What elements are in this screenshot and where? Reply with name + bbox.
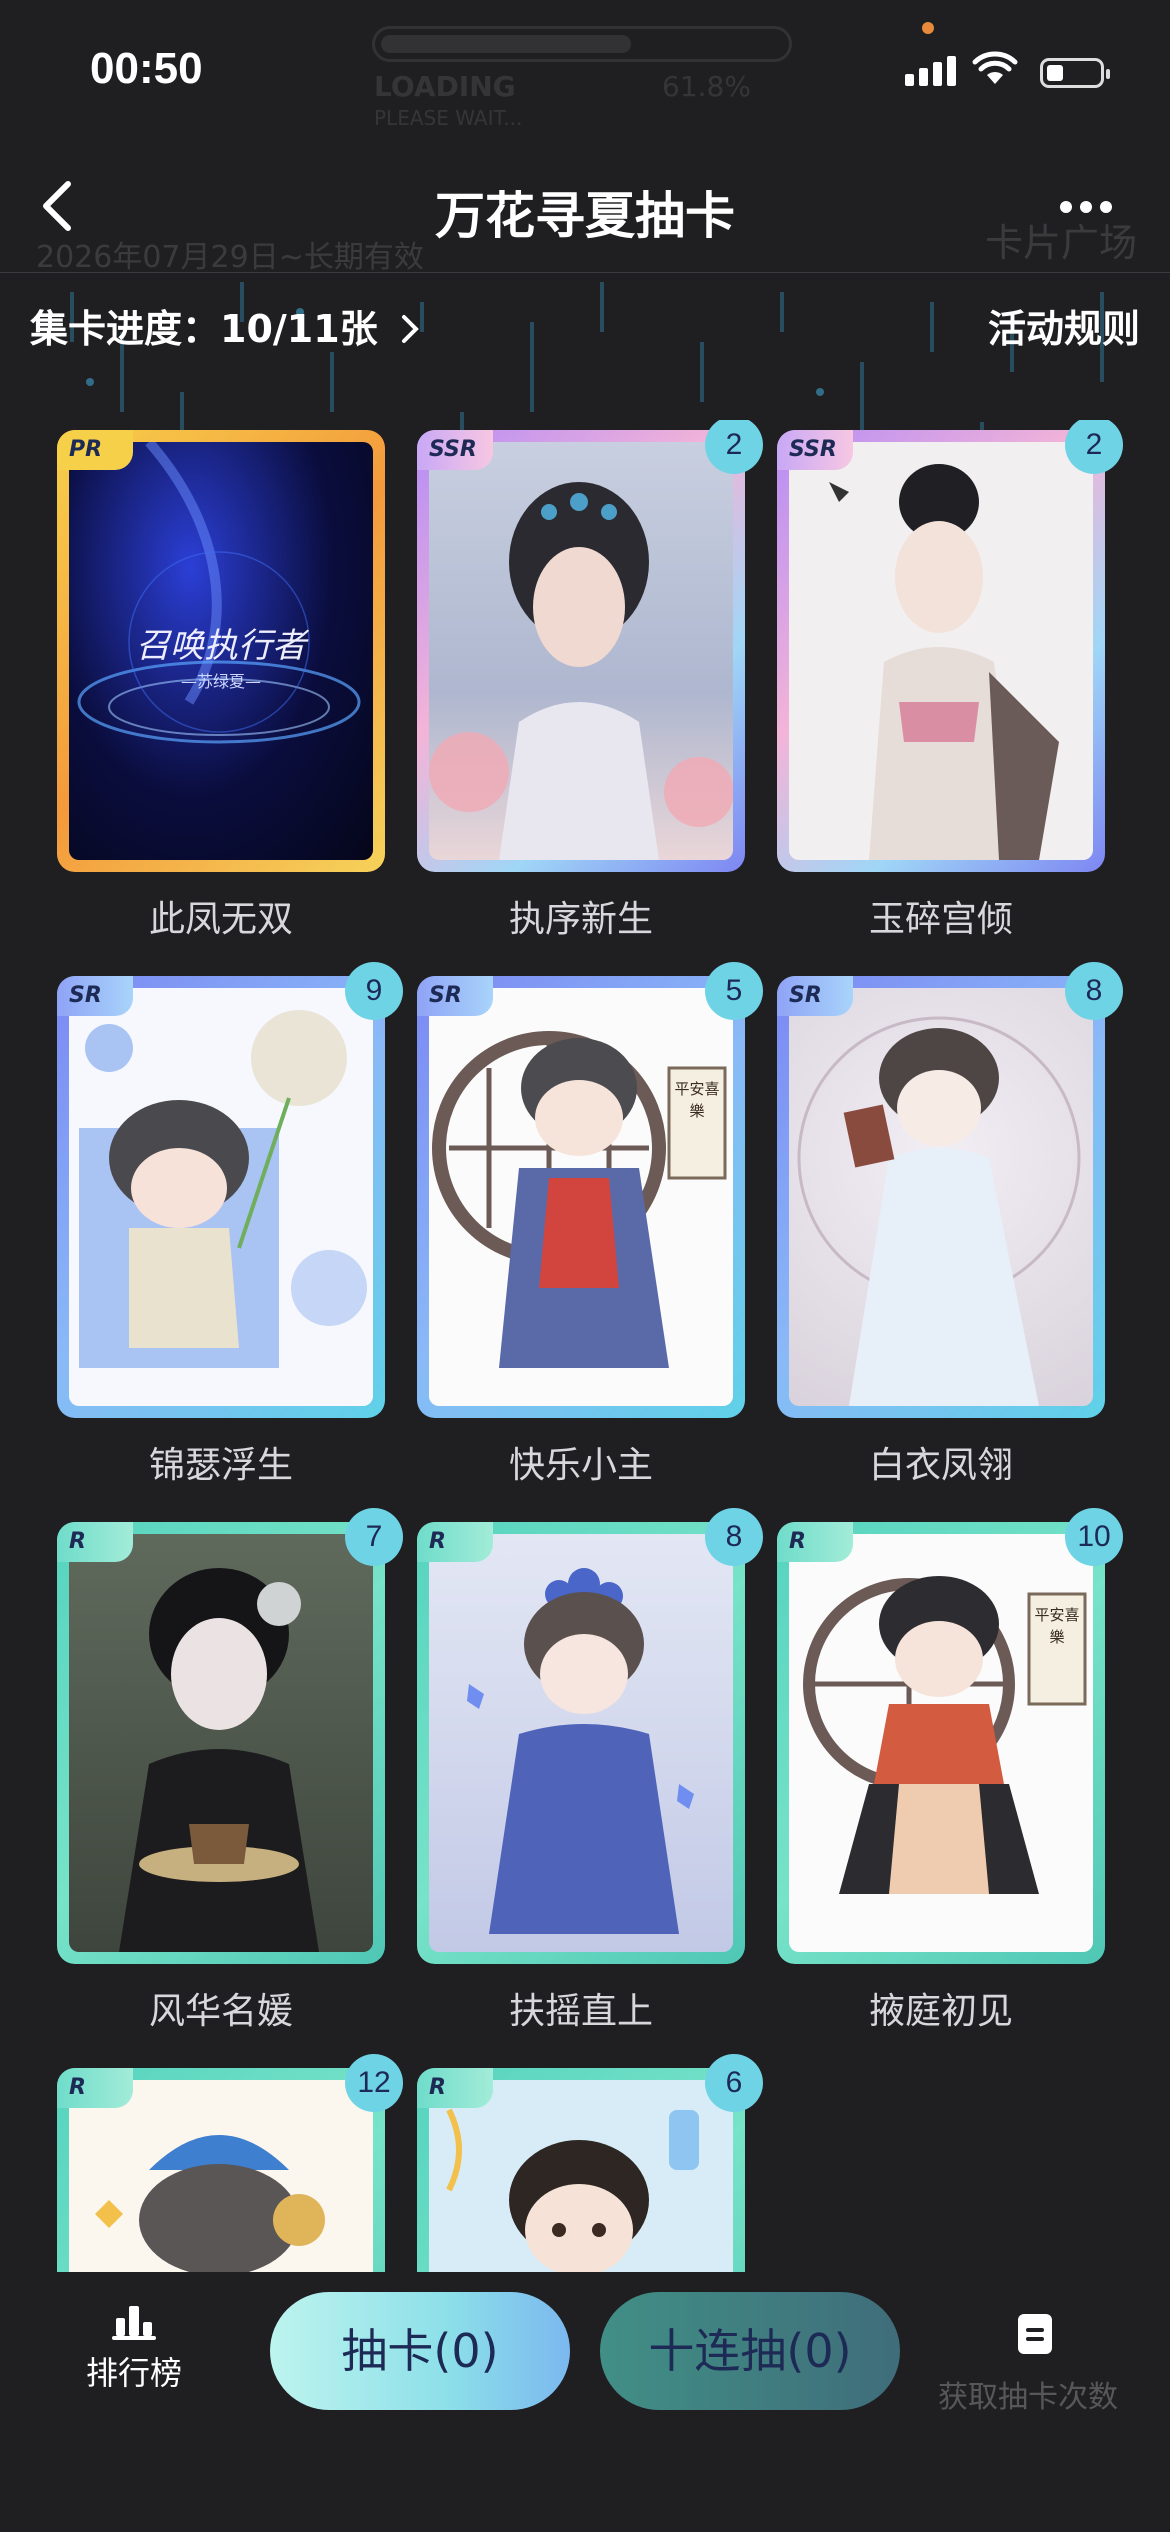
leaderboard-button[interactable]: 排行榜 <box>84 2302 184 2394</box>
card-artwork <box>429 1534 733 1952</box>
card-frame: R 12 <box>57 2054 403 2272</box>
rarity-badge: R <box>57 1522 133 1562</box>
card-frame: SR 8 <box>777 962 1123 1418</box>
rarity-badge: PR <box>57 430 133 470</box>
scroll-text: 平安喜樂 <box>674 1080 720 1120</box>
card-frame: SSR 2 <box>777 420 1123 872</box>
wifi-icon <box>972 50 1018 86</box>
card-name: 执序新生 <box>508 899 653 940</box>
draw-once-button[interactable]: 抽卡(0) <box>270 2292 570 2410</box>
card-item[interactable]: R 10 平安喜樂 掖庭初见 <box>777 1508 1123 2034</box>
card-count-badge: 2 <box>705 420 763 474</box>
rarity-badge: SR <box>417 976 493 1016</box>
loading-overlay: LOADING 61.8% PLEASE WAIT... <box>372 26 792 136</box>
card-name: 玉碎宫倾 <box>868 899 1013 940</box>
draw-count-button[interactable] <box>1016 2312 1054 2356</box>
card-count-badge: 8 <box>1065 962 1123 1020</box>
card-frame: R 7 <box>57 1508 403 1964</box>
get-draw-count-label: 获取抽卡次数 <box>938 2380 1118 2415</box>
card-count-badge: 10 <box>1065 1508 1123 1566</box>
scroll-text: 平安喜樂 <box>1034 1606 1080 1646</box>
rarity-badge: SSR <box>417 430 493 470</box>
card-item[interactable]: SSR 2 执序新生 <box>417 420 763 942</box>
card-frame: SR 5 平安喜樂 <box>417 962 763 1418</box>
card-frame: PR 召唤执行者 —苏绿夏— <box>57 430 385 872</box>
card-frame: R 10 平安喜樂 <box>777 1508 1123 1964</box>
loading-progress-bar <box>372 26 792 62</box>
card-count-badge: 2 <box>1065 420 1123 474</box>
card-name: 白衣凤翎 <box>868 1445 1013 1486</box>
rarity-badge: R <box>417 1522 493 1562</box>
ghost-date-text: 2026年07月29日~长期有效 <box>36 240 424 275</box>
ghost-card-square-link: 卡片广场 <box>985 221 1138 265</box>
card-count-badge: 12 <box>345 2054 403 2112</box>
loading-subtitle: PLEASE WAIT... <box>374 106 523 130</box>
card-frame: SSR 2 <box>417 420 763 872</box>
card-item[interactable]: SR 9 锦瑟浮生 <box>57 962 403 1488</box>
card-frame: R 8 <box>417 1508 763 1964</box>
card-item[interactable]: R 8 扶摇直上 <box>417 1508 763 2034</box>
chevron-right-icon <box>399 307 421 351</box>
cellular-signal-icon <box>905 56 961 86</box>
card-artwork <box>69 2080 373 2272</box>
card-artwork <box>789 442 1093 860</box>
card-artwork: 平安喜樂 <box>789 1534 1093 1952</box>
card-art-subtitle: —苏绿夏— <box>180 672 261 691</box>
card-count-badge: 8 <box>705 1508 763 1566</box>
loading-title: LOADING <box>374 70 516 103</box>
privacy-indicator-dot <box>922 22 934 34</box>
rarity-badge: R <box>417 2068 493 2108</box>
card-item[interactable]: R 6 <box>417 2054 763 2272</box>
card-name: 快乐小主 <box>508 1445 653 1486</box>
card-artwork <box>429 2080 733 2272</box>
card-item[interactable]: PR 召唤执行者 —苏绿夏— 此凤无双 <box>57 430 397 942</box>
card-artwork <box>429 442 733 860</box>
loading-percent: 61.8% <box>662 70 751 103</box>
card-item[interactable]: SR 8 白衣凤翎 <box>777 962 1123 1488</box>
card-artwork <box>69 1534 373 1952</box>
card-grid: PR 召唤执行者 —苏绿夏— 此凤无双 SSR 2 执序新生 SSR 2 玉碎宫… <box>0 420 1170 2272</box>
leaderboard-label: 排行榜 <box>85 2354 182 2392</box>
card-art-title: 召唤执行者 <box>136 626 306 666</box>
card-item[interactable]: SSR 2 玉碎宫倾 <box>777 420 1123 942</box>
card-artwork <box>789 988 1093 1406</box>
card-count-badge: 6 <box>705 2054 763 2112</box>
rarity-badge: SSR <box>777 430 853 470</box>
rarity-badge: R <box>57 2068 133 2108</box>
collection-progress-label: 集卡进度：10/11张 <box>30 307 378 351</box>
rarity-badge: R <box>777 1522 853 1562</box>
document-icon <box>1018 2314 1052 2354</box>
card-frame: R 6 <box>417 2054 763 2272</box>
collection-progress-link[interactable]: 集卡进度：10/11张 <box>30 298 421 353</box>
card-name: 扶摇直上 <box>508 1991 653 2032</box>
card-name: 风华名媛 <box>148 1991 293 2032</box>
card-artwork: 召唤执行者 —苏绿夏— <box>69 442 373 860</box>
rarity-badge: SR <box>777 976 853 1016</box>
bar-chart-icon <box>112 2306 156 2340</box>
card-frame: SR 9 <box>57 962 403 1418</box>
card-count-badge: 9 <box>345 962 403 1020</box>
battery-icon <box>1040 58 1110 88</box>
card-name: 掖庭初见 <box>868 1991 1013 2032</box>
bottom-action-bar: 排行榜 抽卡(0) 十连抽(0) 获取抽卡次数 <box>0 2272 1170 2532</box>
card-name: 锦瑟浮生 <box>148 1445 293 1486</box>
card-item[interactable]: R 7 风华名媛 <box>57 1508 403 2034</box>
card-count-badge: 7 <box>345 1508 403 1566</box>
card-count-badge: 5 <box>705 962 763 1020</box>
activity-rules-button[interactable]: 活动规则 <box>988 298 1140 353</box>
status-time: 00:50 <box>90 44 203 93</box>
draw-ten-button[interactable]: 十连抽(0) <box>600 2292 900 2410</box>
card-artwork: 平安喜樂 <box>429 988 733 1406</box>
card-name: 此凤无双 <box>148 899 293 940</box>
rarity-badge: SR <box>57 976 133 1016</box>
card-artwork <box>69 988 373 1406</box>
card-item[interactable]: R 12 <box>57 2054 403 2272</box>
card-item[interactable]: SR 5 平安喜樂 快乐小主 <box>417 962 763 1488</box>
